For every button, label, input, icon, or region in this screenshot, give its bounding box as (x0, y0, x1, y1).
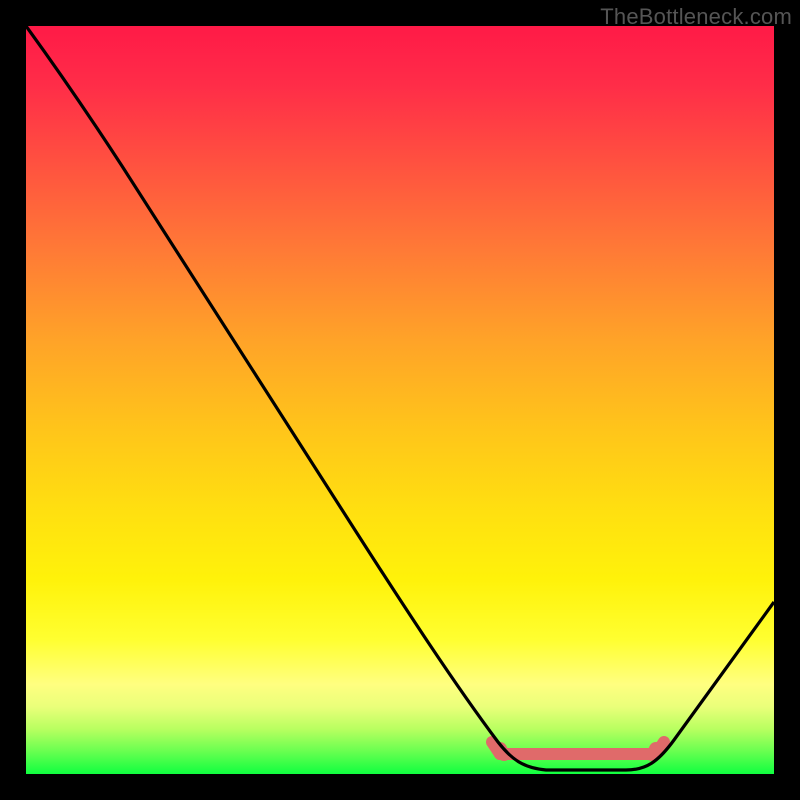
highlight-marker (492, 742, 664, 761)
plot-area (26, 26, 774, 774)
curve-line (26, 26, 774, 770)
watermark-text: TheBottleneck.com (600, 4, 792, 30)
chart-svg (26, 26, 774, 774)
